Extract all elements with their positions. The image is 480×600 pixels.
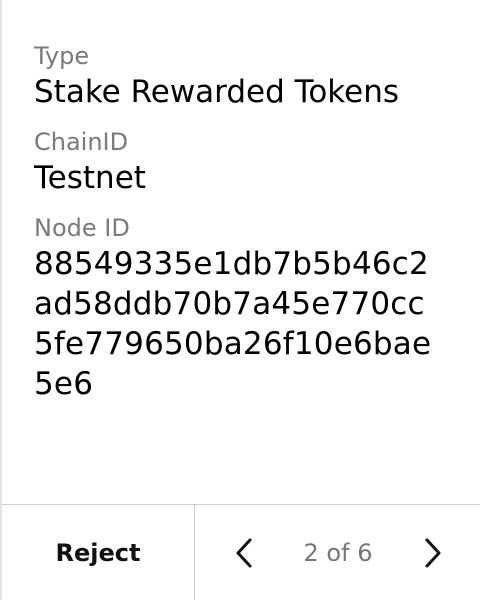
field-value-chainid: Testnet	[34, 160, 146, 196]
pagination: 2 of 6	[195, 505, 480, 600]
chevron-left-icon[interactable]	[227, 535, 263, 571]
field-chainid: ChainID Testnet	[34, 126, 454, 198]
field-node-id: Node ID 88549335e1db7b5b46c2ad58ddb70b7a…	[34, 212, 454, 404]
review-screen: Type Stake Rewarded Tokens ChainID Testn…	[0, 0, 480, 600]
field-label-type: Type	[34, 42, 90, 70]
field-value-type: Stake Rewarded Tokens	[34, 74, 400, 110]
chevron-right-icon[interactable]	[414, 535, 450, 571]
field-label-node-id: Node ID	[34, 214, 130, 242]
footer-bar: Reject 2 of 6	[2, 504, 480, 600]
field-label-chainid: ChainID	[34, 128, 129, 156]
field-value-node-id: 88549335e1db7b5b46c2ad58ddb70b7a45e770cc…	[34, 246, 432, 402]
transaction-details: Type Stake Rewarded Tokens ChainID Testn…	[34, 40, 454, 404]
page-indicator: 2 of 6	[303, 538, 373, 567]
reject-button[interactable]: Reject	[2, 505, 194, 600]
field-type: Type Stake Rewarded Tokens	[34, 40, 454, 112]
